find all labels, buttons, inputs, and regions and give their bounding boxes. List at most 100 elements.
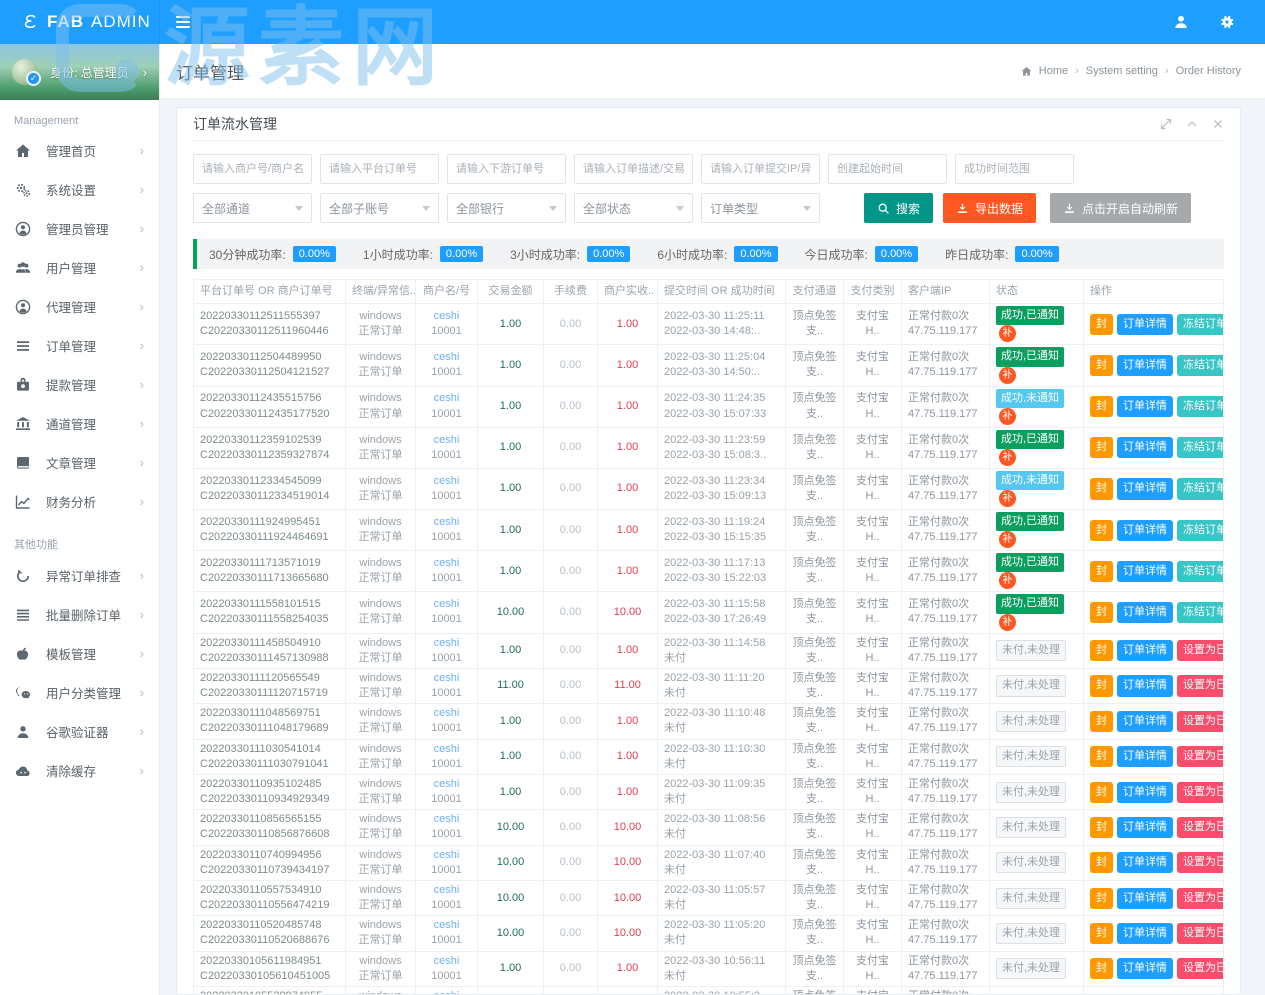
order-detail-button[interactable]: 订单详情 (1117, 355, 1173, 376)
seal-order-button[interactable]: 封 (1090, 888, 1113, 909)
freeze-order-button[interactable]: 冻结订单 (1177, 437, 1224, 458)
order-detail-button[interactable]: 订单详情 (1117, 817, 1173, 838)
seal-order-button[interactable]: 封 (1090, 314, 1113, 335)
merchant-link[interactable]: ceshi (422, 742, 471, 757)
breadcrumb-system-setting[interactable]: System setting (1086, 65, 1158, 77)
merchant-link[interactable]: ceshi (422, 883, 471, 898)
filter-select[interactable]: 全部状态 (574, 193, 693, 223)
order-detail-button[interactable]: 订单详情 (1117, 675, 1173, 696)
sidebar-item-finance-chart[interactable]: 财务分析 › (0, 482, 159, 521)
search-button[interactable]: 搜索 (864, 193, 933, 223)
order-detail-button[interactable]: 订单详情 (1117, 746, 1173, 767)
patch-badge[interactable]: 补 (999, 449, 1016, 466)
merchant-link[interactable]: ceshi (422, 556, 471, 571)
order-detail-button[interactable]: 订单详情 (1117, 640, 1173, 661)
seal-order-button[interactable]: 封 (1090, 675, 1113, 696)
patch-badge[interactable]: 补 (999, 490, 1016, 507)
merchant-link[interactable]: ceshi (422, 812, 471, 827)
seal-order-button[interactable]: 封 (1090, 746, 1113, 767)
sidebar-item-order-list[interactable]: 订单管理 › (0, 326, 159, 365)
filter-select[interactable]: 订单类型 (701, 193, 820, 223)
set-paid-button[interactable]: 设置为已支付 (1177, 852, 1224, 873)
set-paid-button[interactable]: 设置为已支付 (1177, 782, 1224, 803)
sidebar-profile[interactable]: ✓ 身份: 总管理员 › (0, 44, 159, 100)
freeze-order-button[interactable]: 冻结订单 (1177, 355, 1224, 376)
sidebar-item-withdraw-safe[interactable]: 提款管理 › (0, 365, 159, 404)
set-paid-button[interactable]: 设置为已支付 (1177, 640, 1224, 661)
merchant-link[interactable]: ceshi (422, 309, 471, 324)
seal-order-button[interactable]: 封 (1090, 561, 1113, 582)
sidebar-item-bank[interactable]: 通道管理 › (0, 404, 159, 443)
merchant-link[interactable]: ceshi (422, 391, 471, 406)
merchant-link[interactable]: ceshi (422, 636, 471, 651)
filter-select[interactable]: 全部通道 (193, 193, 312, 223)
merchant-link[interactable]: ceshi (422, 848, 471, 863)
sidebar-item-users[interactable]: 用户管理 › (0, 248, 159, 287)
export-data-button[interactable]: 导出数据 (943, 193, 1036, 223)
filter-input[interactable] (447, 154, 566, 184)
gear-icon[interactable] (1219, 14, 1235, 30)
sidebar-item-batch-list[interactable]: 批量删除订单 › (0, 595, 159, 634)
seal-order-button[interactable]: 封 (1090, 602, 1113, 623)
filter-input[interactable] (701, 154, 820, 184)
sidebar-item-home[interactable]: 管理首页 › (0, 131, 159, 170)
sidebar-item-refresh[interactable]: 异常订单排查 › (0, 556, 159, 595)
filter-select[interactable]: 全部银行 (447, 193, 566, 223)
sidebar-item-cache-cloud[interactable]: 清除缓存 › (0, 751, 159, 790)
merchant-link[interactable]: ceshi (422, 671, 471, 686)
merchant-link[interactable]: ceshi (422, 350, 471, 365)
order-detail-button[interactable]: 订单详情 (1117, 437, 1173, 458)
freeze-order-button[interactable]: 冻结订单 (1177, 561, 1224, 582)
set-paid-button[interactable]: 设置为已支付 (1177, 711, 1224, 732)
merchant-link[interactable]: ceshi (422, 433, 471, 448)
filter-input[interactable] (828, 154, 947, 184)
order-detail-button[interactable]: 订单详情 (1117, 888, 1173, 909)
patch-badge[interactable]: 补 (999, 367, 1016, 384)
auto-refresh-button[interactable]: 点击开启自动刷新 (1050, 193, 1191, 223)
order-detail-button[interactable]: 订单详情 (1117, 711, 1173, 732)
seal-order-button[interactable]: 封 (1090, 782, 1113, 803)
merchant-link[interactable]: ceshi (422, 597, 471, 612)
seal-order-button[interactable]: 封 (1090, 852, 1113, 873)
seal-order-button[interactable]: 封 (1090, 437, 1113, 458)
breadcrumb-home[interactable]: Home (1039, 65, 1068, 77)
set-paid-button[interactable]: 设置为已支付 (1177, 746, 1224, 767)
seal-order-button[interactable]: 封 (1090, 923, 1113, 944)
collapse-panel-icon[interactable] (1186, 118, 1198, 130)
seal-order-button[interactable]: 封 (1090, 640, 1113, 661)
seal-order-button[interactable]: 封 (1090, 817, 1113, 838)
order-detail-button[interactable]: 订单详情 (1117, 314, 1173, 335)
set-paid-button[interactable]: 设置为已支付 (1177, 675, 1224, 696)
sidebar-item-google-auth-user[interactable]: 谷歌验证器 › (0, 712, 159, 751)
sidebar-toggle-hamburger-icon[interactable] (176, 16, 190, 28)
sidebar-item-article-book[interactable]: 文章管理 › (0, 443, 159, 482)
filter-input[interactable] (955, 154, 1074, 184)
order-detail-button[interactable]: 订单详情 (1117, 852, 1173, 873)
seal-order-button[interactable]: 封 (1090, 520, 1113, 541)
sidebar-item-gears[interactable]: 系统设置 › (0, 170, 159, 209)
order-detail-button[interactable]: 订单详情 (1117, 923, 1173, 944)
sidebar-item-admin-user[interactable]: 管理员管理 › (0, 209, 159, 248)
set-paid-button[interactable]: 设置为已支付 (1177, 923, 1224, 944)
patch-badge[interactable]: 补 (999, 614, 1016, 631)
merchant-link[interactable]: ceshi (422, 918, 471, 933)
sidebar-item-agent-user[interactable]: 代理管理 › (0, 287, 159, 326)
close-panel-icon[interactable] (1212, 118, 1224, 130)
expand-panel-icon[interactable] (1160, 118, 1172, 130)
seal-order-button[interactable]: 封 (1090, 478, 1113, 499)
merchant-link[interactable]: ceshi (422, 954, 471, 969)
merchant-link[interactable]: ceshi (422, 515, 471, 530)
seal-order-button[interactable]: 封 (1090, 711, 1113, 732)
order-detail-button[interactable]: 订单详情 (1117, 561, 1173, 582)
patch-badge[interactable]: 补 (999, 408, 1016, 425)
seal-order-button[interactable]: 封 (1090, 355, 1113, 376)
merchant-link[interactable]: ceshi (422, 474, 471, 489)
sidebar-item-apple[interactable]: 模板管理 › (0, 634, 159, 673)
filter-input[interactable] (193, 154, 312, 184)
order-detail-button[interactable]: 订单详情 (1117, 602, 1173, 623)
merchant-link[interactable]: ceshi (422, 989, 471, 995)
merchant-link[interactable]: ceshi (422, 706, 471, 721)
filter-input[interactable] (574, 154, 693, 184)
set-paid-button[interactable]: 设置为已支付 (1177, 958, 1224, 979)
order-detail-button[interactable]: 订单详情 (1117, 520, 1173, 541)
